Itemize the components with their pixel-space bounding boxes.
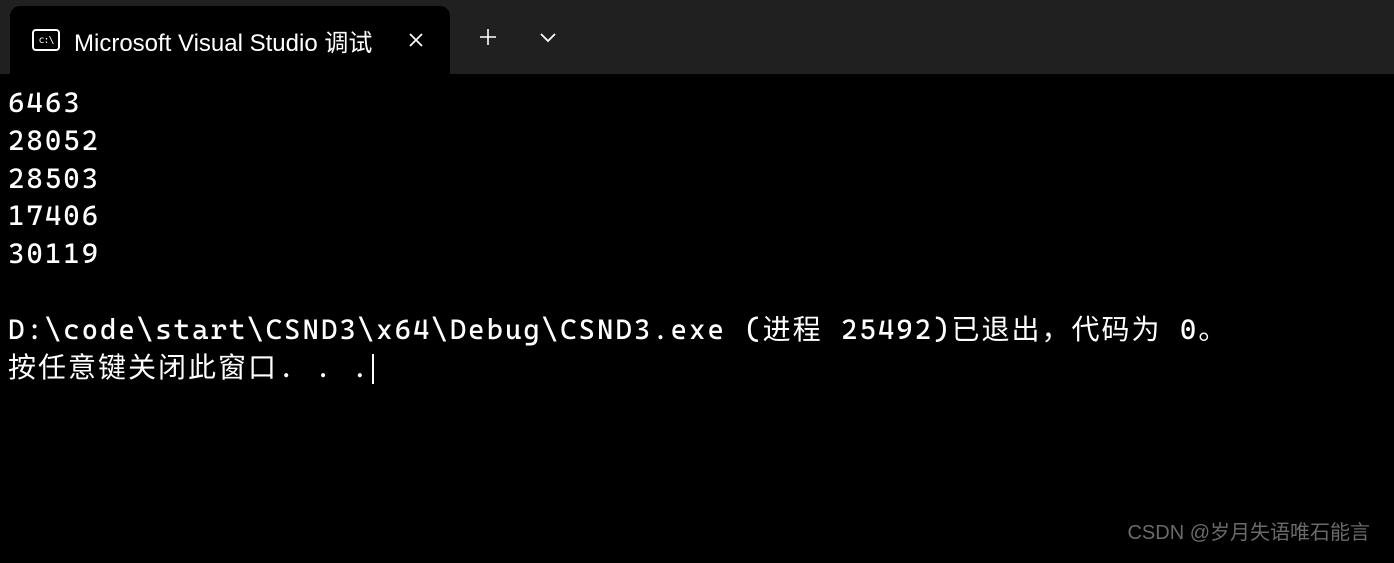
- output-line: 28503: [8, 162, 100, 195]
- output-line: 28052: [8, 124, 100, 157]
- terminal-icon: c:\: [32, 29, 60, 51]
- text-cursor: [372, 354, 374, 384]
- titlebar: c:\ Microsoft Visual Studio 调试: [0, 0, 1394, 74]
- terminal-output[interactable]: 6463 28052 28503 17406 30119 D:\code\sta…: [0, 74, 1394, 396]
- plus-icon: [479, 28, 497, 46]
- exit-message: D:\code\start\CSND3\x64\Debug\CSND3.exe …: [8, 313, 1228, 346]
- tab-title: Microsoft Visual Studio 调试: [74, 23, 378, 58]
- chevron-down-icon: [539, 31, 557, 43]
- close-tab-button[interactable]: [400, 24, 432, 56]
- output-line: 17406: [8, 199, 100, 232]
- close-prompt: 按任意键关闭此窗口. . .: [8, 351, 370, 384]
- close-icon: [408, 32, 424, 48]
- new-tab-button[interactable]: [462, 11, 514, 63]
- output-line: 30119: [8, 237, 100, 270]
- titlebar-actions: [450, 0, 574, 74]
- watermark: CSDN @岁月失语唯石能言: [1127, 516, 1370, 545]
- tab-dropdown-button[interactable]: [522, 11, 574, 63]
- output-line: 6463: [8, 86, 82, 119]
- terminal-tab[interactable]: c:\ Microsoft Visual Studio 调试: [10, 6, 450, 74]
